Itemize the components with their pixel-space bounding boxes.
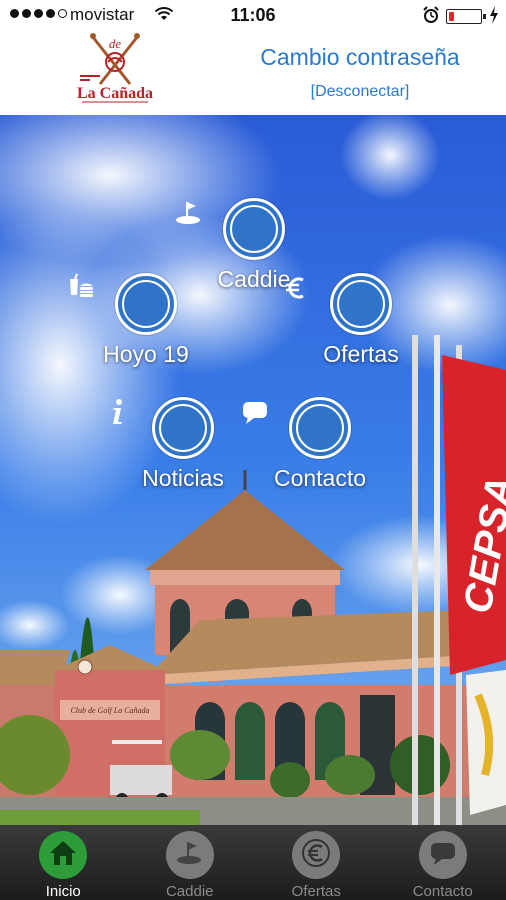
chat-bubble-icon [428,838,458,873]
tab-contacto-label: Contacto [412,883,473,900]
clubhouse-background-image: Club de Golf La Cañada CEPSA Caddie Hoyo… [0,115,506,825]
tab-caddie-label: Caddie [165,883,214,900]
menu-noticias-button[interactable]: Noticias [103,397,263,492]
change-password-link[interactable]: Cambio contraseña [225,44,495,71]
menu-noticias-label: Noticias [142,465,224,491]
tab-inicio-label: Inicio [45,883,81,900]
app-header: de La Cañada Cambio contraseña [Desconec… [0,30,506,115]
status-bar: movistar 11:06 [0,0,506,30]
svg-text:de: de [109,36,122,51]
menu-hoyo19-label: Hoyo 19 [103,341,189,367]
euro-icon [301,838,331,873]
home-icon [48,839,78,872]
disconnect-link[interactable]: [Desconectar] [225,83,495,101]
menu-hoyo19-button[interactable]: Hoyo 19 [66,273,226,368]
tab-inicio[interactable]: Inicio [0,825,127,900]
charging-icon [489,6,499,29]
alarm-icon [422,6,440,29]
menu-contacto-button[interactable]: Contacto [240,397,400,492]
golf-flag-icon [175,838,205,873]
tab-ofertas-label: Ofertas [291,883,341,900]
svg-text:La Cañada: La Cañada [77,85,153,102]
menu-contacto-label: Contacto [273,465,367,491]
club-logo: de La Cañada [70,32,160,110]
svg-text:Club de Golf La Cañada: Club de Golf La Cañada [70,706,149,715]
menu-ofertas-label: Ofertas [323,341,399,367]
battery-icon [446,9,486,24]
menu-caddie-label: Caddie [217,266,291,292]
tab-caddie[interactable]: Caddie [127,825,254,900]
tab-ofertas[interactable]: Ofertas [253,825,380,900]
bottom-tab-bar: Inicio Caddie Ofertas Contacto [0,825,506,900]
menu-ofertas-button[interactable]: Ofertas [281,273,441,368]
tab-contacto[interactable]: Contacto [380,825,506,900]
